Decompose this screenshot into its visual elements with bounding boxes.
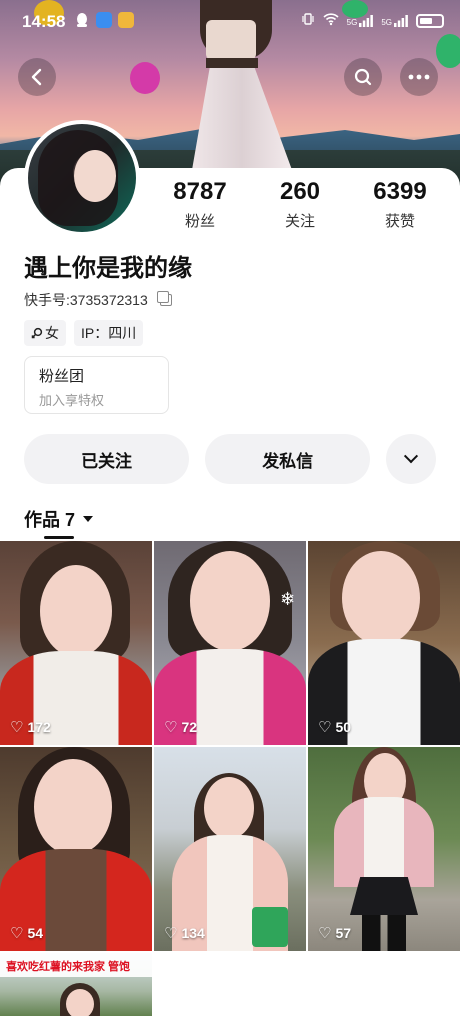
- search-button[interactable]: [344, 58, 382, 96]
- app-notification-icon: [96, 12, 112, 28]
- app-notification-icon: [118, 12, 134, 28]
- send-message-button[interactable]: 发私信: [205, 434, 371, 484]
- tab-works[interactable]: 作品 7: [24, 506, 94, 532]
- work-likes-count: 172: [27, 719, 51, 735]
- stat-following[interactable]: 260 关注: [250, 178, 350, 231]
- stat-followers[interactable]: 8787 粉丝: [150, 178, 250, 231]
- copy-icon[interactable]: [156, 291, 172, 306]
- stat-value: 6399: [373, 178, 427, 205]
- work-thumbnail[interactable]: 喜欢吃红薯的来我家 管饱: [0, 953, 152, 1016]
- kuaishou-id-row: 快手号: 3735372313: [24, 290, 172, 310]
- heart-outline-icon: ♡: [10, 924, 24, 942]
- heart-outline-icon: ♡: [10, 718, 24, 736]
- work-thumbnail[interactable]: ♡ 54: [0, 747, 152, 951]
- work-likes-count: 134: [181, 925, 205, 941]
- more-dots-icon: [408, 74, 430, 80]
- avatar[interactable]: [24, 120, 140, 236]
- back-arrow-icon: [31, 68, 42, 86]
- fan-club-subtitle: 加入享特权: [39, 393, 105, 408]
- qq-notification-icon: [74, 12, 90, 28]
- work-thumbnail[interactable]: ♡ 134: [154, 747, 306, 951]
- profile-stats: 8787 粉丝 260 关注 6399 获赞: [150, 178, 450, 231]
- stat-likes[interactable]: 6399 获赞: [350, 178, 450, 231]
- heart-outline-icon: ♡: [318, 718, 332, 736]
- profile-actions: 已关注 发私信: [24, 434, 436, 484]
- profile-name: 遇上你是我的缘: [24, 255, 192, 282]
- tab-indicator: [44, 536, 74, 539]
- work-banner-text: 喜欢吃红薯的来我家 管饱: [0, 953, 152, 977]
- kuaishou-id-value: 3735372313: [69, 292, 148, 308]
- work-likes: ♡ 57: [318, 925, 351, 941]
- gender-tag: 女: [24, 320, 66, 346]
- work-likes-count: 50: [335, 719, 352, 735]
- stat-value: 260: [279, 178, 321, 205]
- following-button[interactable]: 已关注: [24, 434, 190, 484]
- status-bar: 14:58 5G 5G: [0, 0, 460, 40]
- work-likes: ♡ 50: [318, 719, 351, 735]
- gender-label: 女: [45, 325, 59, 341]
- work-likes-count: 54: [27, 925, 44, 941]
- work-likes: ♡ 54: [10, 925, 43, 941]
- female-icon: [31, 327, 43, 339]
- status-time: 14:58: [22, 12, 66, 31]
- network-type-label: 5G: [346, 17, 358, 27]
- signal-icon: 5G: [346, 14, 374, 27]
- work-likes-count: 72: [181, 719, 198, 735]
- tab-works-label: 作品 7: [24, 510, 76, 530]
- fan-club-card[interactable]: 粉丝团 加入享特权: [24, 356, 169, 414]
- chevron-down-icon: [404, 449, 419, 464]
- stat-value: 8787: [173, 178, 227, 205]
- stat-label: 关注: [284, 213, 315, 230]
- work-likes: ♡ 172: [10, 719, 51, 735]
- balloon-decoration: [130, 62, 160, 94]
- more-button[interactable]: [400, 58, 438, 96]
- snowflake-icon: ❄: [280, 589, 296, 609]
- profile-tags: 女 IP：四川: [24, 320, 144, 346]
- kuaishou-id-label: 快手号:: [24, 292, 70, 308]
- work-thumbnail[interactable]: ♡ 57: [308, 747, 460, 951]
- work-thumbnail[interactable]: ♡ 172: [0, 541, 152, 745]
- back-button[interactable]: [18, 58, 56, 96]
- ip-label: IP：四川: [81, 325, 137, 341]
- stat-label: 获赞: [384, 213, 415, 230]
- dropdown-triangle-icon: [83, 516, 94, 522]
- expand-button[interactable]: [386, 434, 436, 484]
- work-likes: ♡ 72: [164, 719, 197, 735]
- work-thumbnail[interactable]: ♡ 50: [308, 541, 460, 745]
- heart-outline-icon: ♡: [164, 718, 178, 736]
- heart-outline-icon: ♡: [164, 924, 178, 942]
- signal-icon: 5G: [381, 14, 408, 27]
- search-icon: [354, 68, 372, 86]
- network-type-label: 5G: [381, 17, 392, 27]
- stat-label: 粉丝: [184, 213, 215, 230]
- wifi-icon: [323, 12, 339, 29]
- fan-club-title: 粉丝团: [39, 368, 85, 385]
- work-likes-count: 57: [335, 925, 352, 941]
- work-likes: ♡ 134: [164, 925, 205, 941]
- ip-tag: IP：四川: [74, 320, 144, 346]
- battery-icon: [416, 13, 444, 28]
- vibrate-icon: [301, 12, 315, 29]
- work-thumbnail[interactable]: ❄ ♡ 72: [154, 541, 306, 745]
- heart-outline-icon: ♡: [318, 924, 332, 942]
